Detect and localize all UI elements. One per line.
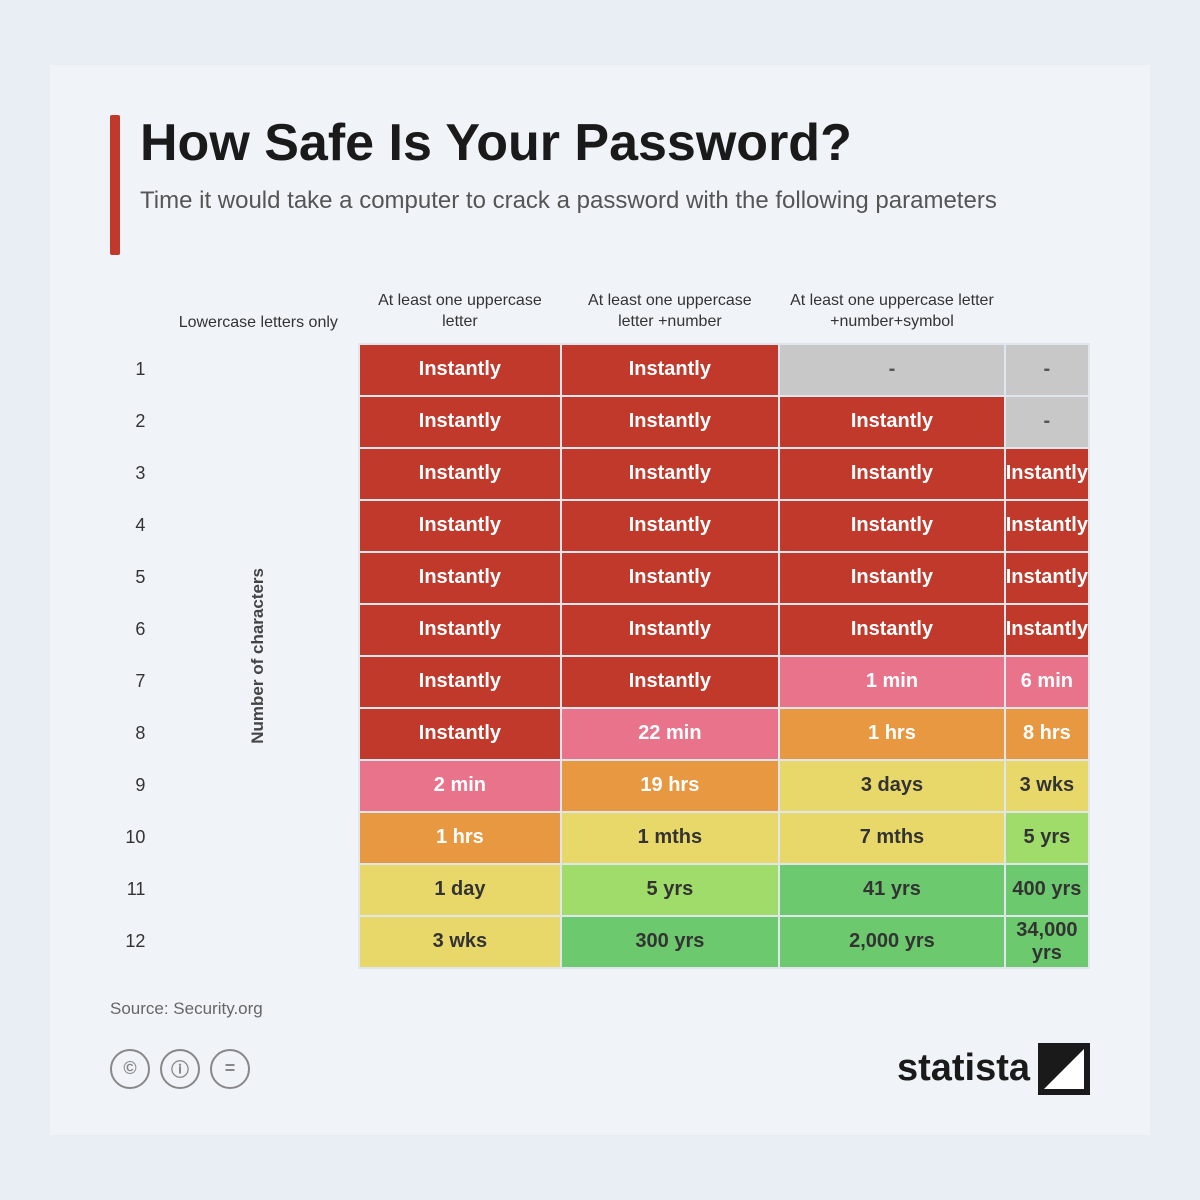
cell-row11-col1: 1 day — [359, 864, 560, 916]
footer: © ⓘ = statista — [110, 1043, 1090, 1095]
cell-row9-col2: 19 hrs — [561, 760, 780, 812]
col-header-lowercase: Lowercase letters only — [157, 285, 359, 344]
cell-row11-col2: 5 yrs — [561, 864, 780, 916]
cell-row3-col4: Instantly — [1005, 448, 1089, 500]
cell-row10-col3: 7 mths — [779, 812, 1005, 864]
vertical-axis-label: Number of characters — [248, 568, 268, 744]
cell-row2-col3: Instantly — [779, 396, 1005, 448]
col-header-upper-num: At least one uppercase letter +number — [561, 285, 780, 344]
cell-row8-col1: Instantly — [359, 708, 560, 760]
cell-row4-col3: Instantly — [779, 500, 1005, 552]
statista-icon — [1038, 1043, 1090, 1095]
vertical-label-cell: Number of characters — [157, 344, 359, 968]
cell-row3-col3: Instantly — [779, 448, 1005, 500]
table-wrapper: Lowercase letters only At least one uppe… — [110, 285, 1090, 969]
cell-row5-col2: Instantly — [561, 552, 780, 604]
source-text: Source: Security.org — [110, 999, 1090, 1019]
main-title: How Safe Is Your Password? — [140, 115, 997, 172]
row-number: 3 — [110, 448, 157, 500]
cell-row7-col3: 1 min — [779, 656, 1005, 708]
row-number: 2 — [110, 396, 157, 448]
cell-row7-col1: Instantly — [359, 656, 560, 708]
cell-row10-col2: 1 mths — [561, 812, 780, 864]
cc-icons-group: © ⓘ = — [110, 1049, 250, 1089]
cell-row9-col3: 3 days — [779, 760, 1005, 812]
row-number: 7 — [110, 656, 157, 708]
cell-row1-col4: - — [1005, 344, 1089, 396]
cell-row4-col4: Instantly — [1005, 500, 1089, 552]
statista-wordmark: statista — [897, 1043, 1090, 1095]
cell-row1-col3: - — [779, 344, 1005, 396]
cell-row8-col2: 22 min — [561, 708, 780, 760]
row-number: 12 — [110, 916, 157, 968]
cell-row8-col3: 1 hrs — [779, 708, 1005, 760]
cc-icon: © — [110, 1049, 150, 1089]
cell-row4-col1: Instantly — [359, 500, 560, 552]
row-number: 10 — [110, 812, 157, 864]
cell-row12-col4: 34,000 yrs — [1005, 916, 1089, 968]
cell-row4-col2: Instantly — [561, 500, 780, 552]
statista-logo-box: statista — [897, 1043, 1090, 1095]
cell-row12-col3: 2,000 yrs — [779, 916, 1005, 968]
row-number: 1 — [110, 344, 157, 396]
row-number: 4 — [110, 500, 157, 552]
cc-nd-icon: = — [210, 1049, 250, 1089]
cell-row3-col2: Instantly — [561, 448, 780, 500]
cell-row10-col4: 5 yrs — [1005, 812, 1089, 864]
cell-row5-col1: Instantly — [359, 552, 560, 604]
cell-row5-col4: Instantly — [1005, 552, 1089, 604]
cc-by-icon: ⓘ — [160, 1049, 200, 1089]
cell-row6-col2: Instantly — [561, 604, 780, 656]
header: How Safe Is Your Password? Time it would… — [110, 115, 1090, 255]
cell-row2-col4: - — [1005, 396, 1089, 448]
cell-row2-col1: Instantly — [359, 396, 560, 448]
row-number: 11 — [110, 864, 157, 916]
cell-row7-col4: 6 min — [1005, 656, 1089, 708]
row-number: 5 — [110, 552, 157, 604]
cell-row6-col1: Instantly — [359, 604, 560, 656]
cell-row9-col1: 2 min — [359, 760, 560, 812]
cell-row5-col3: Instantly — [779, 552, 1005, 604]
cell-row1-col1: Instantly — [359, 344, 560, 396]
title-block: How Safe Is Your Password? Time it would… — [140, 115, 997, 218]
cell-row9-col4: 3 wks — [1005, 760, 1089, 812]
cell-row10-col1: 1 hrs — [359, 812, 560, 864]
cell-row2-col2: Instantly — [561, 396, 780, 448]
cell-row11-col3: 41 yrs — [779, 864, 1005, 916]
cell-row1-col2: Instantly — [561, 344, 780, 396]
password-table: Lowercase letters only At least one uppe… — [110, 285, 1090, 969]
row-number: 8 — [110, 708, 157, 760]
main-card: How Safe Is Your Password? Time it would… — [50, 65, 1150, 1135]
cell-row11-col4: 400 yrs — [1005, 864, 1089, 916]
cell-row7-col2: Instantly — [561, 656, 780, 708]
row-number: 6 — [110, 604, 157, 656]
cell-row6-col3: Instantly — [779, 604, 1005, 656]
column-header-row: Lowercase letters only At least one uppe… — [110, 285, 1089, 344]
cell-row3-col1: Instantly — [359, 448, 560, 500]
subtitle: Time it would take a computer to crack a… — [140, 184, 997, 218]
cell-row6-col4: Instantly — [1005, 604, 1089, 656]
cell-row12-col1: 3 wks — [359, 916, 560, 968]
row-number: 9 — [110, 760, 157, 812]
col-header-upper-num-sym: At least one uppercase letter +number+sy… — [779, 285, 1005, 344]
col-header-uppercase: At least one uppercase letter — [359, 285, 560, 344]
row-num-header — [110, 285, 157, 344]
table-row: 1Number of charactersInstantlyInstantly-… — [110, 344, 1089, 396]
cell-row12-col2: 300 yrs — [561, 916, 780, 968]
cell-row8-col4: 8 hrs — [1005, 708, 1089, 760]
red-accent-bar — [110, 115, 120, 255]
